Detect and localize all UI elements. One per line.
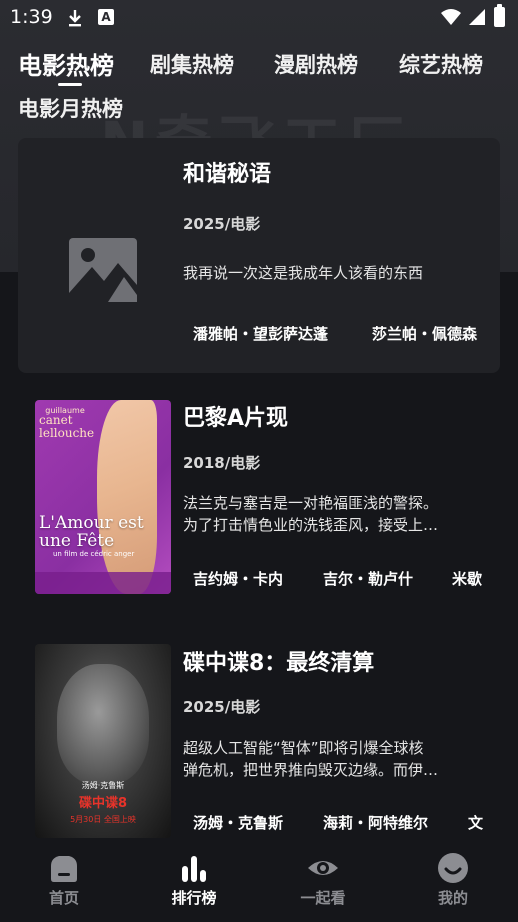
cast-name: 吉约姆・卡内 xyxy=(193,570,284,588)
nav-label: 一起看 xyxy=(300,889,346,907)
cast-name: 莎兰帕・佩德森 xyxy=(372,325,478,343)
poster-figure xyxy=(57,664,149,784)
poster-placeholder xyxy=(35,190,171,350)
cast-name: 吉尔・勒卢什 xyxy=(323,570,414,588)
item-description: 我再说一次这是我成年人该看的东西 xyxy=(183,264,424,282)
cast-name: 海莉・阿特维尔 xyxy=(323,814,429,832)
poster-credits-band xyxy=(35,572,171,594)
poster-figure xyxy=(97,400,157,594)
nav-mine[interactable]: 我的 xyxy=(403,846,503,922)
item-title: 巴黎A片现 xyxy=(183,406,289,431)
image-placeholder-icon xyxy=(69,238,137,302)
nav-ranking[interactable]: 排行榜 xyxy=(144,846,244,922)
poster-text: un film de cédric anger xyxy=(53,550,135,558)
cast-name: 潘雅帕・望彭萨达蓬 xyxy=(193,325,329,343)
chart-icon xyxy=(182,856,206,882)
nav-watch-together[interactable]: 一起看 xyxy=(273,846,373,922)
movie-poster: 汤姆·克鲁斯 碟中谍8 5月30日 全国上映 xyxy=(35,644,171,838)
cast-name: 汤姆・克鲁斯 xyxy=(193,814,284,832)
poster-title: L'Amour est une Fête xyxy=(39,513,144,551)
smile-icon xyxy=(438,853,468,883)
movie-poster: guillaume canet lellouche L'Amour est un… xyxy=(35,400,171,594)
nav-home[interactable]: 首页 xyxy=(14,846,114,922)
item-title: 碟中谍8：最终清算 xyxy=(183,651,375,676)
item-description: 超级人工智能“智体”即将引爆全球核 弹危机，把世界推向毁灭边缘。而伊… xyxy=(183,739,439,779)
nav-label: 我的 xyxy=(437,889,468,907)
nav-label: 首页 xyxy=(48,889,79,907)
poster-text: canet lellouche xyxy=(39,413,95,440)
item-meta: 2025/电影 xyxy=(183,698,261,716)
list-item[interactable]: 汤姆·克鲁斯 碟中谍8 5月30日 全国上映 碟中谍8：最终清算 2025/电影… xyxy=(0,0,518,838)
home-icon xyxy=(51,856,77,882)
bottom-nav: 首页 排行榜 一起看 我的 xyxy=(0,846,518,922)
nav-label: 排行榜 xyxy=(171,889,217,907)
poster-title: 碟中谍8 xyxy=(78,796,128,811)
poster-text: 5月30日 全国上映 xyxy=(70,815,136,824)
eye-icon xyxy=(308,861,338,875)
item-meta: 2018/电影 xyxy=(183,454,261,472)
cast-name: 米歇 xyxy=(452,570,483,588)
item-description: 法兰克与塞吉是一对艳福匪浅的警探。 为了打击情色业的洗钱歪风，接受上… xyxy=(183,494,439,534)
cast-name: 文 xyxy=(468,814,484,832)
poster-text: 汤姆·克鲁斯 xyxy=(81,781,125,790)
item-meta: 2025/电影 xyxy=(183,215,261,233)
